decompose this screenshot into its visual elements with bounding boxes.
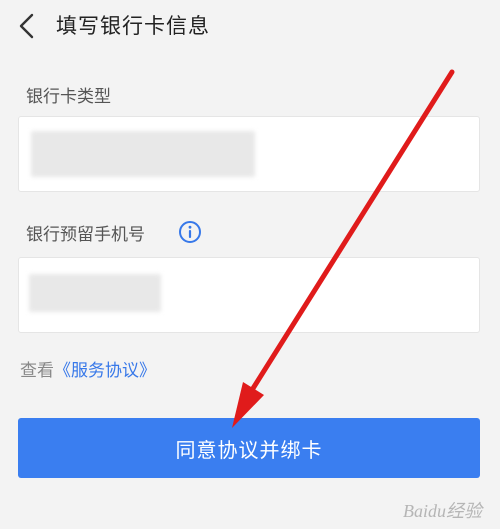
agreement-prefix: 查看 bbox=[20, 361, 54, 381]
header-bar: 填写银行卡信息 bbox=[0, 0, 500, 56]
info-icon[interactable] bbox=[178, 220, 202, 244]
agree-and-bind-button[interactable]: 同意协议并绑卡 bbox=[18, 418, 480, 478]
card-type-field[interactable] bbox=[18, 116, 480, 192]
phone-label: 银行预留手机号 bbox=[26, 225, 145, 245]
card-type-label: 银行卡类型 bbox=[26, 87, 111, 107]
service-agreement-link[interactable]: 《服务协议》 bbox=[54, 361, 156, 381]
agreement-text: 查看《服务协议》 bbox=[20, 356, 156, 381]
page-title: 填写银行卡信息 bbox=[56, 14, 210, 38]
chevron-left-icon[interactable] bbox=[14, 12, 40, 40]
phone-value-blurred bbox=[29, 274, 161, 312]
card-type-value-blurred bbox=[31, 131, 255, 177]
baidu-watermark: Baidu经验 bbox=[403, 501, 482, 521]
phone-field[interactable] bbox=[18, 257, 480, 333]
